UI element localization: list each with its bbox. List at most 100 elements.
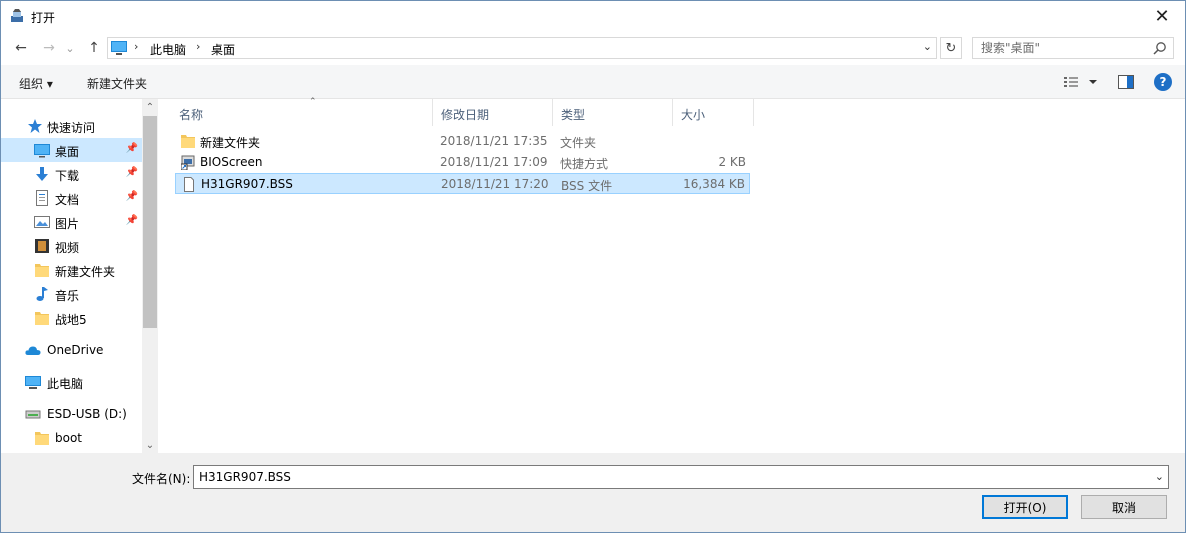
- column-header-date[interactable]: 修改日期: [433, 99, 553, 126]
- nav-item-music[interactable]: 音乐: [1, 282, 142, 306]
- filename-input[interactable]: [194, 466, 1134, 488]
- file-type: 文件夹: [560, 136, 597, 150]
- folder-icon: [181, 135, 195, 148]
- filename-label: 文件名(N):: [132, 472, 191, 486]
- search-input[interactable]: [973, 38, 1143, 58]
- new-folder-button[interactable]: 新建文件夹: [87, 75, 147, 92]
- nav-item-quick-access[interactable]: 快速访问: [1, 114, 142, 138]
- help-icon: ?: [1159, 75, 1167, 89]
- breadcrumb-desktop[interactable]: 桌面: [211, 41, 235, 58]
- view-options-icon[interactable]: [1063, 74, 1103, 90]
- file-row-new-folder[interactable]: 新建文件夹 2018/11/21 17:35 文件夹: [175, 131, 750, 152]
- breadcrumb-this-pc[interactable]: 此电脑: [150, 41, 186, 58]
- nav-item-label: ESD-USB (D:): [47, 407, 127, 421]
- folder-icon: [35, 432, 49, 445]
- column-header-type[interactable]: 类型: [553, 99, 673, 126]
- nav-item-label: 音乐: [55, 289, 80, 303]
- nav-item-downloads[interactable]: 下载 📌: [1, 162, 142, 186]
- filename-combobox[interactable]: ⌄: [193, 465, 1169, 489]
- shortcut-icon: [181, 155, 195, 170]
- search-box[interactable]: [972, 37, 1174, 59]
- nav-item-this-pc[interactable]: 此电脑: [1, 370, 142, 394]
- bottom-panel: 文件名(N): ⌄ 打开(O) 取消: [1, 453, 1185, 532]
- close-icon: ✕: [1154, 6, 1170, 27]
- open-button[interactable]: 打开(O): [982, 495, 1068, 519]
- column-header-name[interactable]: 名称 ⌃: [171, 97, 433, 126]
- column-headers: 名称 ⌃ 修改日期 类型 大小: [161, 97, 1185, 126]
- scroll-up-icon[interactable]: ⌃: [142, 99, 158, 115]
- document-icon: [36, 190, 48, 206]
- nav-item-label: 图片: [55, 217, 80, 231]
- cancel-button[interactable]: 取消: [1081, 495, 1167, 519]
- preview-pane-icon[interactable]: [1118, 75, 1134, 89]
- music-icon: [36, 287, 48, 301]
- nav-item-label: 桌面: [55, 145, 80, 159]
- nav-scrollbar[interactable]: ⌃ ⌄: [142, 99, 158, 453]
- window-title: 打开: [31, 11, 56, 25]
- nav-item-esd-usb[interactable]: ESD-USB (D:): [1, 402, 142, 426]
- app-icon: [11, 9, 23, 22]
- organize-menu[interactable]: 组织 ▾: [19, 75, 53, 92]
- nav-item-desktop[interactable]: 桌面 📌: [1, 138, 142, 162]
- up-arrow-icon: ↑: [88, 40, 100, 56]
- up-button[interactable]: ↑: [84, 38, 104, 58]
- folder-icon: [35, 264, 49, 277]
- navigation-pane: 快速访问 桌面 📌 下载 📌 文档 📌 图片 📌 视频 新建文件夹 音乐 战地5…: [1, 99, 158, 453]
- pin-icon: 📌: [125, 167, 138, 178]
- nav-item-boot[interactable]: boot: [1, 426, 142, 450]
- nav-item-label: 战地5: [55, 313, 87, 327]
- title-bar: 打开 ✕: [1, 1, 1185, 32]
- file-type: BSS 文件: [561, 179, 613, 193]
- file-date: 2018/11/21 17:20: [441, 177, 549, 191]
- file-date: 2018/11/21 17:35: [440, 134, 548, 148]
- recent-locations-button[interactable]: ⌄: [63, 38, 77, 58]
- file-size: 2 KB: [718, 155, 746, 169]
- nav-item-label: 此电脑: [47, 377, 84, 391]
- address-bar[interactable]: › 此电脑 › 桌面 ⌄: [107, 37, 937, 59]
- nav-item-battlefield5[interactable]: 战地5: [1, 306, 142, 330]
- file-type: 快捷方式: [560, 157, 609, 171]
- forward-button[interactable]: →: [39, 38, 59, 58]
- chevron-down-icon[interactable]: ⌄: [1155, 470, 1164, 483]
- close-button[interactable]: ✕: [1139, 1, 1185, 32]
- command-bar: 组织 ▾ 新建文件夹 ?: [1, 65, 1185, 99]
- nav-item-pictures[interactable]: 图片 📌: [1, 210, 142, 234]
- breadcrumb-separator: ›: [196, 40, 201, 53]
- nav-item-label: 下载: [55, 169, 80, 183]
- pin-icon: 📌: [125, 143, 138, 154]
- nav-item-label: OneDrive: [47, 343, 104, 357]
- scroll-down-icon[interactable]: ⌄: [142, 437, 158, 453]
- back-button[interactable]: ←: [11, 38, 31, 58]
- video-icon: [35, 239, 49, 253]
- nav-item-label: 文档: [55, 193, 80, 207]
- address-dropdown-icon[interactable]: ⌄: [923, 40, 932, 53]
- picture-icon: [34, 216, 50, 228]
- file-row-bioscreen[interactable]: BIOScreen 2018/11/21 17:09 快捷方式 2 KB: [175, 152, 750, 173]
- file-icon: [184, 177, 194, 192]
- file-name: BIOScreen: [200, 155, 263, 169]
- refresh-icon: ↻: [945, 40, 957, 56]
- download-icon: [36, 167, 48, 181]
- file-name: 新建文件夹: [200, 136, 261, 150]
- file-date: 2018/11/21 17:09: [440, 155, 548, 169]
- back-arrow-icon: ←: [15, 40, 27, 56]
- refresh-button[interactable]: ↻: [940, 37, 962, 59]
- nav-item-label: 视频: [55, 241, 80, 255]
- nav-item-documents[interactable]: 文档 📌: [1, 186, 142, 210]
- desktop-icon: [34, 144, 50, 158]
- scroll-thumb[interactable]: [143, 116, 157, 328]
- drive-icon: [25, 410, 41, 419]
- sort-ascending-icon: ⌃: [309, 97, 317, 107]
- nav-item-new-folder[interactable]: 新建文件夹: [1, 258, 142, 282]
- help-button[interactable]: ?: [1154, 73, 1172, 91]
- file-row-h31gr907[interactable]: H31GR907.BSS 2018/11/21 17:20 BSS 文件 16,…: [175, 173, 750, 194]
- nav-item-videos[interactable]: 视频: [1, 234, 142, 258]
- nav-item-onedrive[interactable]: OneDrive: [1, 338, 142, 362]
- column-header-size[interactable]: 大小: [673, 99, 754, 126]
- nav-item-label: 快速访问: [47, 121, 96, 135]
- chevron-down-icon: ⌄: [65, 41, 75, 55]
- pin-icon: 📌: [125, 215, 138, 226]
- folder-icon: [35, 312, 49, 325]
- nav-item-label: boot: [55, 431, 83, 445]
- computer-icon: [25, 376, 41, 389]
